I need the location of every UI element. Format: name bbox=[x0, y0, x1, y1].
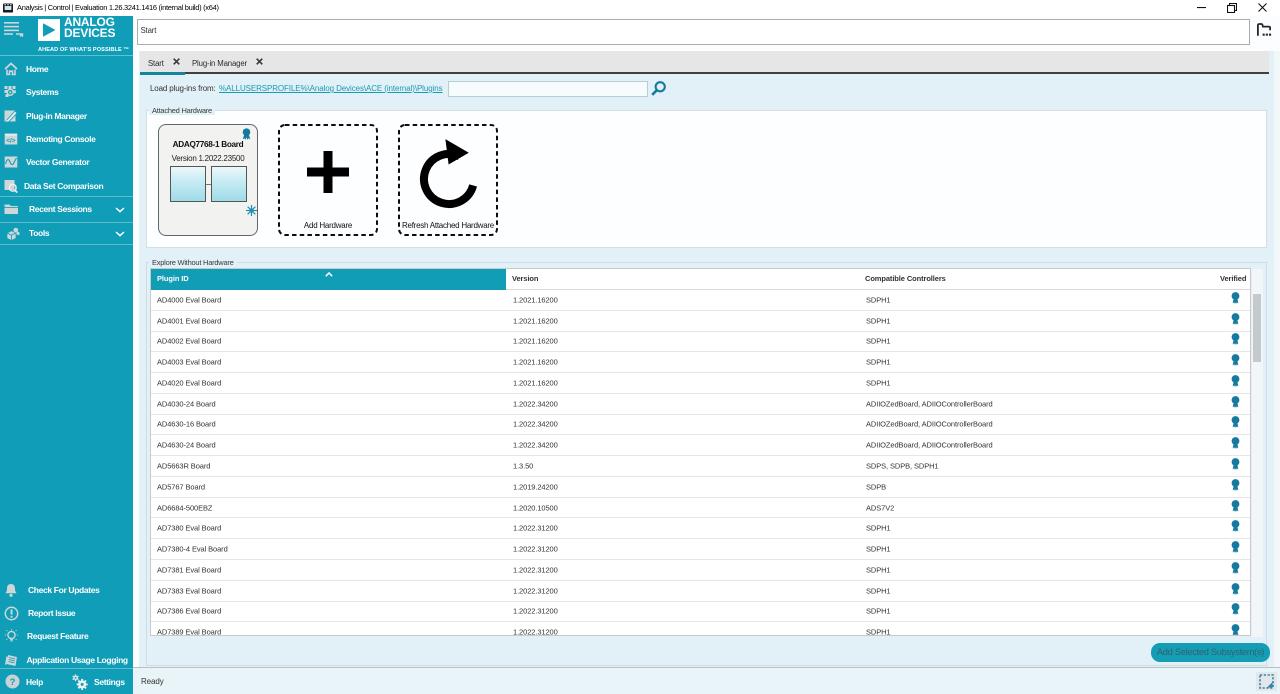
svg-text:?: ? bbox=[10, 677, 16, 688]
svg-text:</>: </> bbox=[6, 137, 16, 144]
